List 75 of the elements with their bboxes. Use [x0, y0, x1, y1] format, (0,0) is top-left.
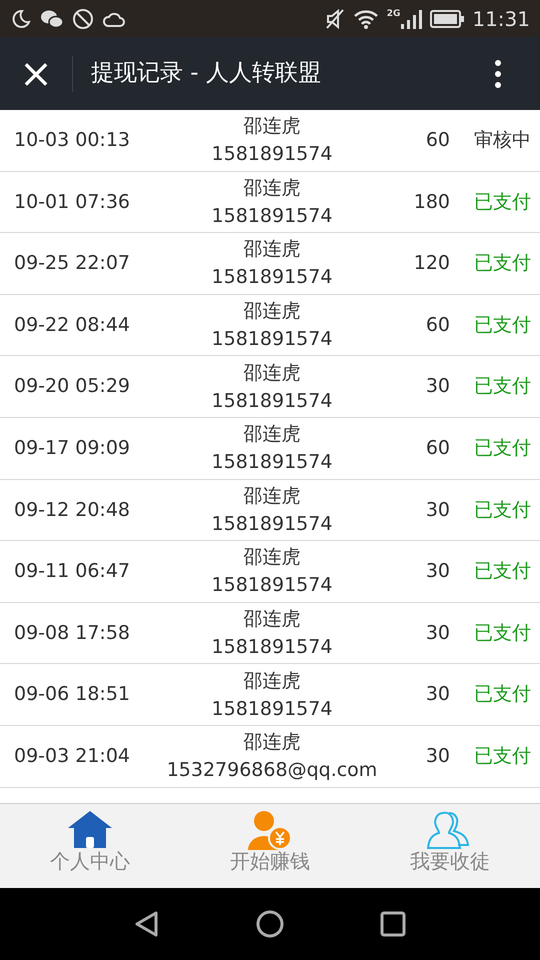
payee-account: 1581891574: [212, 142, 332, 168]
payee-name: 邵连虎: [244, 114, 300, 140]
amount: 120: [412, 251, 450, 276]
signal-icon: [400, 8, 422, 30]
amount: 60: [424, 312, 450, 338]
payee-account: 1581891574: [212, 696, 332, 722]
payee-name: 邵连虎: [244, 545, 300, 570]
amount: 180: [412, 190, 450, 215]
status-label: 已支付: [473, 312, 532, 338]
tab-button[interactable]: 开始赚钱: [180, 804, 360, 888]
tab-button[interactable]: 我要收徒: [360, 804, 540, 888]
back-icon[interactable]: [134, 910, 160, 938]
status-label: 已支付: [473, 251, 532, 276]
network-label: 2G: [386, 8, 400, 20]
close-button[interactable]: ×: [0, 37, 72, 110]
amount: 30: [424, 374, 450, 400]
moon-icon: [10, 8, 32, 30]
status-label: 已支付: [473, 559, 532, 584]
payee-name: 邵连虎: [244, 176, 300, 201]
payee-account: 1581891574: [212, 388, 332, 414]
record-time: 09-11 06:47: [13, 559, 132, 584]
record-time: 09-06 18:51: [13, 682, 132, 708]
payee-account: 1581891574: [212, 512, 332, 537]
status-label: 已支付: [473, 682, 532, 708]
status-label: 已支付: [473, 436, 532, 462]
status-label: 已支付: [473, 744, 532, 769]
payee-name: 邵连虎: [244, 422, 300, 448]
amount: 30: [424, 620, 450, 646]
record-time: 09-08 17:58: [13, 620, 132, 646]
payee-account: 1581891574: [212, 327, 332, 352]
payee-account: 1581891574: [212, 573, 332, 598]
record-time: 09-17 09:09: [13, 436, 132, 462]
amount: 30: [424, 682, 450, 708]
tab-button[interactable]: 个人中心: [0, 804, 180, 888]
record-time: 10-01 07:36: [13, 190, 132, 215]
person-coin-icon: [247, 810, 293, 850]
payee-account: 1581891574: [212, 450, 332, 476]
status-label: 审核中: [473, 128, 532, 154]
home-icon: [67, 810, 113, 850]
status-label: 已支付: [473, 374, 532, 400]
amount: 60: [424, 128, 450, 154]
payee-name: 邵连虎: [244, 360, 300, 386]
payee-name: 邵连虎: [244, 730, 300, 756]
status-label: 已支付: [473, 190, 532, 215]
home-circle-icon[interactable]: [256, 910, 284, 938]
more-icon[interactable]: [494, 58, 502, 88]
chat-icon: [40, 8, 64, 30]
battery-icon: [430, 10, 464, 28]
payee-account: 1532796868@qq.com: [166, 758, 378, 784]
record-time: 10-03 00:13: [13, 128, 132, 154]
record-time: 09-25 22:07: [13, 251, 132, 276]
payee-name: 邵连虎: [244, 484, 300, 509]
payee-account: 1581891574: [212, 635, 332, 660]
amount: 30: [424, 498, 450, 523]
payee-account: 1581891574: [212, 204, 332, 229]
clock: 11:31: [472, 6, 530, 32]
payee-name: 邵连虎: [244, 607, 300, 632]
payee-name: 邵连虎: [244, 299, 300, 324]
wifi-icon: [352, 8, 379, 30]
status-label: 已支付: [473, 620, 532, 646]
circle-icon: [72, 8, 94, 30]
amount: 30: [424, 559, 450, 584]
payee-name: 邵连虎: [244, 237, 300, 262]
amount: 60: [424, 436, 450, 462]
mute-icon: [324, 8, 345, 30]
record-time: 09-22 08:44: [13, 312, 132, 338]
record-time: 09-20 05:29: [13, 374, 132, 400]
payee-account: 1581891574: [212, 265, 332, 290]
amount: 30: [424, 744, 450, 769]
payee-name: 邵连虎: [244, 668, 300, 694]
page-title: 提现记录 - 人人转联盟: [91, 59, 322, 88]
status-label: 已支付: [473, 498, 532, 523]
record-time: 09-12 20:48: [13, 498, 132, 523]
record-time: 09-03 21:04: [13, 744, 132, 769]
recents-icon[interactable]: [380, 911, 406, 937]
